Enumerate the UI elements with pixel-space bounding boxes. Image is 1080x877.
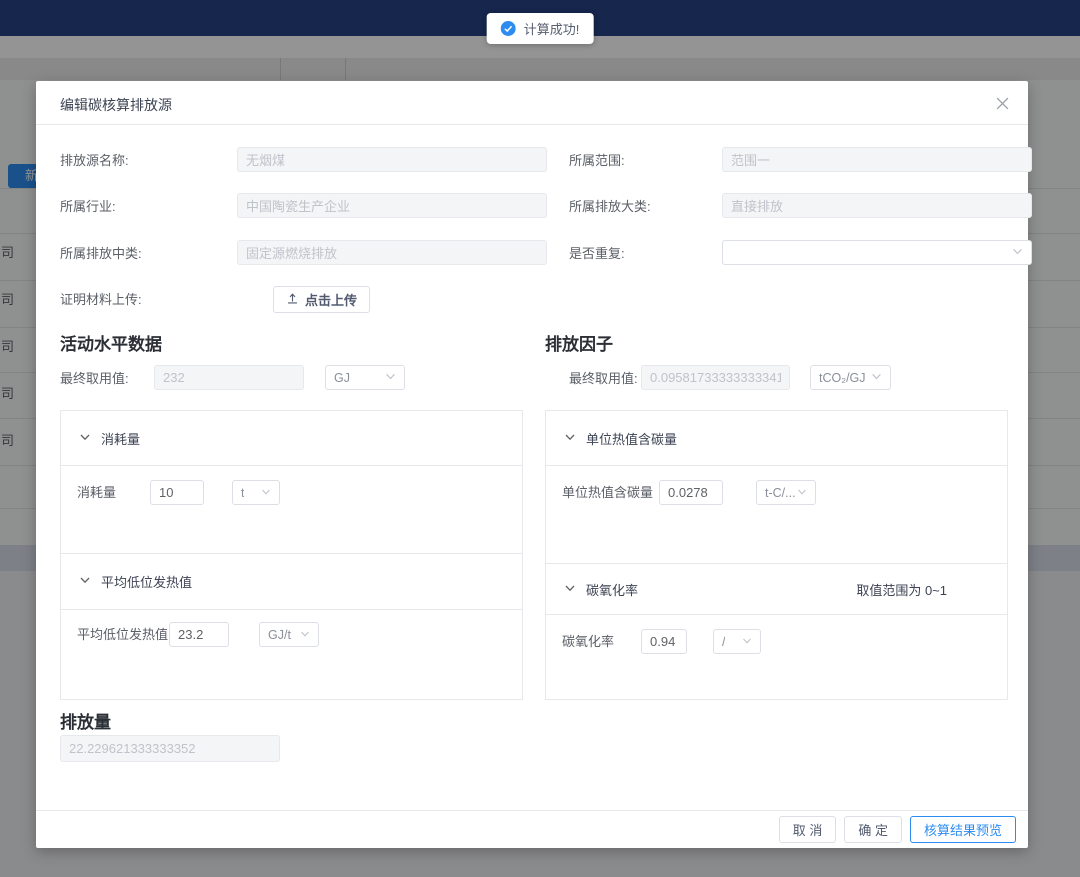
result-preview-button[interactable]: 核算结果预览 [910,816,1016,843]
carbon-content-input[interactable] [659,480,723,505]
dialog-footer: 取 消 确 定 核算结果预览 [36,810,1028,848]
chevron-down-icon [871,371,882,385]
dialog-header: 编辑碳核算排放源 [36,81,1028,125]
chevron-down-icon [742,635,752,649]
activity-panels: 消耗量 消耗量 t [60,410,523,700]
chevron-down-icon [79,574,91,589]
major-category-input[interactable] [722,193,1032,218]
source-name-label: 排放源名称: [60,150,129,169]
scope-label: 所属范围: [569,150,625,169]
oxidation-rate-input[interactable] [641,629,687,654]
upload-button[interactable]: 点击上传 [273,286,370,313]
chevron-down-icon [79,431,91,446]
activity-unit-select[interactable]: GJ [325,365,405,390]
screen: 新增 司 司 司 司 司 计算成功! 编辑碳核算排放源 排放源名称: [0,0,1080,877]
cancel-button[interactable]: 取 消 [779,816,837,843]
activity-final-input[interactable] [154,365,304,390]
industry-label: 所属行业: [60,196,116,215]
close-icon[interactable] [992,93,1012,113]
dialog-title: 编辑碳核算排放源 [60,95,172,115]
oxidation-range-hint: 取值范围为 0~1 [856,580,947,599]
oxidation-rate-row: 碳氧化率 / [546,615,1007,699]
chevron-down-icon [1012,246,1023,260]
consumption-panel-header[interactable]: 消耗量 [61,411,522,466]
factor-panels: 单位热值含碳量 单位热值含碳量 t-C/... [545,410,1008,700]
duplicate-select[interactable] [722,240,1032,265]
chevron-down-icon [300,628,310,642]
emission-heading: 排放量 [60,708,111,733]
confirm-button[interactable]: 确 定 [844,816,902,843]
heating-value-input[interactable] [169,622,229,647]
emission-result-input[interactable] [60,735,280,762]
upload-icon [286,292,299,308]
carbon-content-unit-select[interactable]: t-C/... [756,480,816,505]
heating-value-unit-select[interactable]: GJ/t [259,622,319,647]
consumption-input[interactable] [150,480,204,505]
mid-category-input[interactable] [237,240,547,265]
heating-value-panel: 平均低位发热值 平均低位发热值 GJ/t [60,553,523,700]
carbon-content-panel: 单位热值含碳量 单位热值含碳量 t-C/... [545,410,1008,563]
major-category-label: 所属排放大类: [569,196,651,215]
toast-message: 计算成功! [524,19,580,38]
success-toast: 计算成功! [487,13,594,44]
carbon-content-row: 单位热值含碳量 t-C/... [546,466,1007,563]
source-name-input[interactable] [237,147,547,172]
consumption-unit-select[interactable]: t [232,480,280,505]
scope-input[interactable] [722,147,1032,172]
factor-final-label: 最终取用值: [569,368,638,387]
duplicate-label: 是否重复: [569,243,625,262]
upload-button-label: 点击上传 [305,290,357,309]
carbon-content-panel-header[interactable]: 单位热值含碳量 [546,411,1007,466]
factor-final-input[interactable] [641,365,790,390]
chevron-down-icon [564,431,576,446]
factor-unit-select[interactable]: tCO₂/GJ [810,365,891,390]
chevron-down-icon [797,486,807,500]
factor-section-heading: 排放因子 [545,330,613,355]
check-circle-icon [501,21,516,36]
edit-emission-source-dialog: 编辑碳核算排放源 排放源名称: 所属范围: 所属行业: 所属排放大类: 所属排放… [36,81,1028,848]
activity-section-heading: 活动水平数据 [60,330,162,355]
mid-category-label: 所属排放中类: [60,243,142,262]
oxidation-rate-panel-header[interactable]: 碳氧化率 取值范围为 0~1 [546,564,1007,615]
industry-input[interactable] [237,193,547,218]
consumption-panel: 消耗量 消耗量 t [60,410,523,553]
chevron-down-icon [564,582,576,597]
heating-value-row: 平均低位发热值 GJ/t [61,610,522,699]
chevron-down-icon [261,486,271,500]
upload-label: 证明材料上传: [60,289,142,308]
consumption-row: 消耗量 t [61,466,522,553]
chevron-down-icon [385,371,396,385]
activity-final-label: 最终取用值: [60,368,129,387]
oxidation-rate-panel: 碳氧化率 取值范围为 0~1 碳氧化率 / [545,563,1008,700]
heating-value-panel-header[interactable]: 平均低位发热值 [61,554,522,610]
oxidation-rate-unit-select[interactable]: / [713,629,761,654]
